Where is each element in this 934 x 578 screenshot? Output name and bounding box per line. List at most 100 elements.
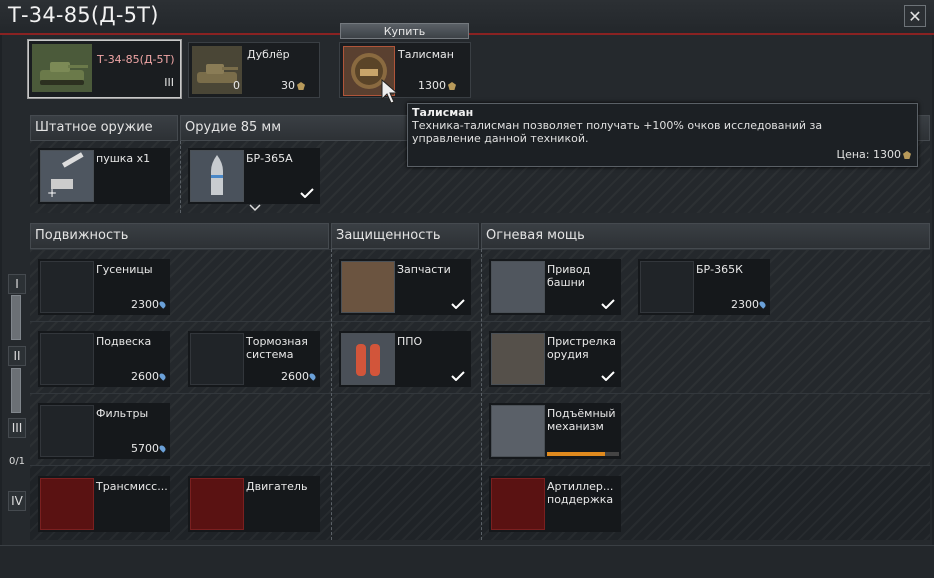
engine-icon (190, 478, 244, 530)
talisman-name: Талисман (398, 48, 454, 61)
footer (0, 545, 934, 578)
backup-cost-value: 30 (281, 79, 295, 92)
module-suspension[interactable]: Подвеска 2600 (38, 331, 170, 387)
module-artillery[interactable]: Артиллер... поддержка (489, 476, 621, 532)
module-name: пушка x1 (96, 152, 151, 165)
tier-progress-2 (11, 368, 21, 413)
tooltip-price: Цена: 1300 (837, 148, 911, 161)
divider (180, 141, 181, 213)
tier-label-4: IV (8, 491, 26, 511)
module-name: БР-365К (696, 263, 743, 276)
tank-icon (32, 44, 92, 92)
tooltip-title: Талисман (412, 106, 474, 119)
price-value: 1300 (873, 148, 901, 161)
golden-eagle-icon (448, 82, 456, 90)
module-name: Тормозная система (246, 335, 308, 361)
chevron-down-icon (249, 204, 261, 212)
checkmark-icon (601, 371, 615, 381)
close-button[interactable]: ✕ (904, 5, 926, 27)
buy-button[interactable]: Купить (340, 23, 469, 39)
golden-eagle-icon (903, 151, 911, 159)
progress-fill (547, 452, 605, 456)
golden-eagle-icon (297, 82, 305, 90)
tier-label-1: I (8, 274, 26, 294)
module-cost: 2600 (281, 370, 315, 383)
checkmark-icon (300, 188, 314, 198)
window-title: Т-34-85(Д-5Т) (8, 3, 159, 27)
module-cost: 2300 (131, 298, 165, 311)
checkmark-icon (451, 299, 465, 309)
extinguisher-icon (341, 333, 395, 385)
module-tracks[interactable]: Гусеницы 2300 (38, 259, 170, 315)
section-protection: Защищенность (331, 223, 479, 249)
module-filters[interactable]: Фильтры 5700 (38, 403, 170, 459)
module-name: Гусеницы (96, 263, 153, 276)
filter-icon (40, 405, 94, 457)
backup-cost: 30 (281, 79, 305, 92)
tooltip: Талисман Техника-талисман позволяет полу… (407, 103, 918, 167)
module-cost: 2600 (131, 370, 165, 383)
module-brakes[interactable]: Тормозная система 2600 (188, 331, 320, 387)
module-name: Трансмисс... (96, 480, 168, 493)
module-name: Привод башни (547, 263, 591, 289)
cannon-icon: + (40, 150, 94, 202)
module-engine[interactable]: Двигатель (188, 476, 320, 532)
module-adjustment[interactable]: Пристрелка орудия (489, 331, 621, 387)
module-name: БР-365А (246, 152, 293, 165)
gun-sight-icon (491, 333, 545, 385)
talisman-cost-value: 1300 (418, 79, 446, 92)
module-name: Двигатель (246, 480, 308, 493)
tooltip-body: Техника-талисман позволяет получать +100… (412, 119, 823, 145)
backup-count: 0 (233, 79, 240, 92)
module-elevation[interactable]: Подъёмный механизм (489, 403, 621, 459)
turret-drive-icon (491, 261, 545, 313)
module-parts[interactable]: Запчасти (339, 259, 471, 315)
shell-icon (190, 150, 244, 202)
stock-weapon-header: Штатное оружие (30, 115, 178, 141)
tracks-icon (40, 261, 94, 313)
tier-progress-1 (11, 295, 21, 340)
vehicle-card-main[interactable]: Т-34-85(Д-5Т) III (27, 39, 182, 99)
module-name: Запчасти (397, 263, 451, 276)
tier-label-3: III (8, 418, 26, 438)
module-cost: 5700 (131, 442, 165, 455)
module-name: Подвеска (96, 335, 152, 348)
price-label: Цена: (836, 148, 870, 161)
divider (331, 249, 332, 540)
talisman-cost: 1300 (418, 79, 456, 92)
module-name: Артиллер... поддержка (547, 480, 614, 506)
suspension-icon (40, 333, 94, 385)
module-fire-protection[interactable]: ППО (339, 331, 471, 387)
mouse-cursor-icon (381, 79, 399, 104)
vehicle-card-backup[interactable]: Дублёр 0 30 (188, 42, 320, 98)
svg-text:+: + (47, 186, 57, 200)
vehicle-rank: III (164, 76, 174, 89)
divider (481, 249, 482, 540)
elevation-mechanism-icon (491, 405, 545, 457)
checkmark-icon (601, 299, 615, 309)
module-cost: 2300 (731, 298, 765, 311)
section-mobility: Подвижность (30, 223, 329, 249)
vehicle-name: Т-34-85(Д-5Т) (97, 53, 175, 66)
tier-label-2: II (8, 346, 26, 366)
shell-icon (640, 261, 694, 313)
module-name: Подъёмный механизм (547, 407, 616, 433)
vehicle-card-talisman[interactable]: Талисман 1300 (339, 42, 471, 98)
module-turret-drive[interactable]: Привод башни (489, 259, 621, 315)
research-progress-bar (547, 452, 619, 456)
transmission-icon (40, 478, 94, 530)
module-stock-gun[interactable]: + пушка x1 (38, 148, 170, 204)
backup-name: Дублёр (247, 48, 290, 61)
section-firepower: Огневая мощь (481, 223, 930, 249)
module-br-365a[interactable]: БР-365А (188, 148, 320, 204)
module-name: Фильтры (96, 407, 149, 420)
brakes-icon (190, 333, 244, 385)
artillery-icon (491, 478, 545, 530)
module-transmission[interactable]: Трансмисс... (38, 476, 170, 532)
toolkit-icon (341, 261, 395, 313)
module-name: Пристрелка орудия (547, 335, 617, 361)
tier-counter: 0/1 (8, 456, 26, 467)
module-br-365k[interactable]: БР-365К 2300 (638, 259, 770, 315)
checkmark-icon (451, 371, 465, 381)
module-name: ППО (397, 335, 423, 348)
